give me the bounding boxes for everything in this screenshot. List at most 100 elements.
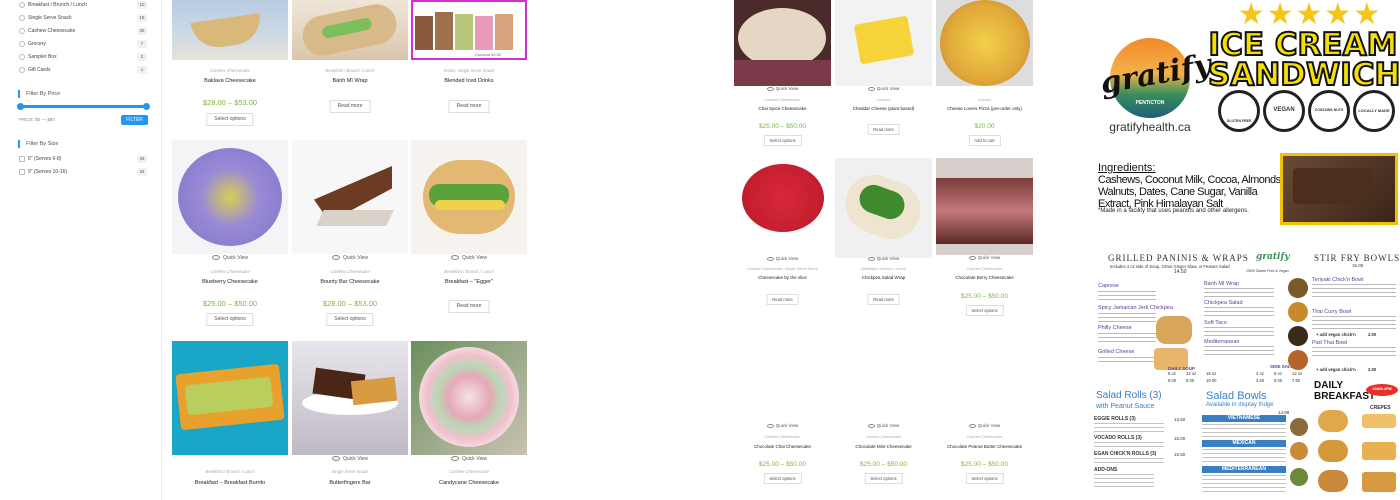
select-options-button[interactable]: Select options xyxy=(206,113,254,126)
read-more-button[interactable]: Read more xyxy=(867,124,900,135)
product-card[interactable]: Quick View Breakfast / Brunch / Lunch Ch… xyxy=(835,158,932,308)
price-slider-min-handle[interactable] xyxy=(17,103,24,110)
product-category[interactable]: Grocery xyxy=(936,97,1033,103)
quick-view-link[interactable]: Quick View xyxy=(936,254,1033,261)
product-card[interactable]: Grocery Cheese Lovers Pizza (pre-order o… xyxy=(936,0,1033,150)
category-filter-item[interactable]: Gift Cards 1 xyxy=(19,65,147,75)
checkbox-icon[interactable] xyxy=(19,169,25,175)
product-image[interactable] xyxy=(936,158,1033,255)
read-more-button[interactable]: Read more xyxy=(448,300,490,313)
category-filter-item[interactable]: Grocery 7 xyxy=(19,39,147,49)
quick-view-link[interactable]: Quick View xyxy=(292,254,408,262)
product-image[interactable] xyxy=(734,158,831,258)
product-name[interactable]: Breakfast – "Egger" xyxy=(411,278,527,286)
product-card[interactable]: Quick View Cashew Cheesecake, Single Ser… xyxy=(734,158,831,308)
product-image[interactable] xyxy=(835,0,932,86)
select-options-button[interactable]: Select options xyxy=(763,473,802,484)
product-image[interactable] xyxy=(172,140,288,254)
product-category[interactable]: Cashew Cheesecake xyxy=(172,68,288,74)
product-category[interactable]: Breakfast / Brunch / Lunch xyxy=(172,469,288,475)
radio-icon[interactable] xyxy=(19,15,25,21)
product-card[interactable]: Coconut 30.50 Drinks, Single Serve Snack… xyxy=(411,0,527,130)
product-card[interactable]: Quick View Cashew Cheesecake Chocolate M… xyxy=(835,420,932,500)
product-name[interactable]: Bánh Mì Wrap xyxy=(292,77,408,85)
product-name[interactable]: Chocolate Chai Cheesecake xyxy=(734,443,831,450)
checkbox-icon[interactable] xyxy=(19,156,25,162)
radio-icon[interactable] xyxy=(19,67,25,73)
select-options-button[interactable]: Select options xyxy=(864,473,903,484)
quick-view-link[interactable]: Quick View xyxy=(172,254,288,262)
product-card[interactable]: Breakfast / Brunch / Lunch Breakfast – B… xyxy=(172,341,288,500)
product-image[interactable] xyxy=(734,0,831,86)
product-category[interactable]: Breakfast / Brunch / Lunch xyxy=(411,269,527,275)
product-category[interactable]: Cashew Cheesecake xyxy=(172,269,288,275)
product-card[interactable]: Quick View Cashew Cheesecake Chocolate C… xyxy=(734,420,831,500)
product-name[interactable]: Cheesecake by the slice xyxy=(734,274,831,281)
select-options-button[interactable]: Select options xyxy=(965,473,1004,484)
product-category[interactable]: Cashew Cheesecake xyxy=(734,434,831,440)
product-image[interactable] xyxy=(292,0,408,60)
product-image[interactable] xyxy=(936,0,1033,86)
radio-icon[interactable] xyxy=(19,2,25,8)
product-card[interactable]: Quick View Cashew Cheesecake Chocolate B… xyxy=(936,158,1033,318)
quick-view-link[interactable]: Quick View xyxy=(734,422,831,429)
read-more-button[interactable]: Read more xyxy=(867,294,900,305)
product-name[interactable]: Chocolate Mint Cheesecake xyxy=(835,443,932,450)
radio-icon[interactable] xyxy=(19,54,25,60)
product-card[interactable]: Quick View Grocery Cheddar Cheese (plant… xyxy=(835,0,932,150)
product-image[interactable] xyxy=(172,0,288,60)
product-name[interactable]: Candycane Cheesecake xyxy=(411,479,527,487)
product-card[interactable]: Quick View Cashew Cheesecake Chai Spice … xyxy=(734,0,831,150)
product-name[interactable]: Cheddar Cheese (plant based) xyxy=(835,105,932,112)
select-options-button[interactable]: Select options xyxy=(206,313,254,326)
category-filter-item[interactable]: Single Serve Snack 15 xyxy=(19,13,147,23)
size-filter-item[interactable]: 6" (Serves 6-8) 34 xyxy=(19,154,147,164)
product-card[interactable]: Quick View Cashew Cheesecake Blueberry C… xyxy=(172,140,288,330)
quick-view-link[interactable]: Quick View xyxy=(835,255,932,262)
select-options-button[interactable]: Select options xyxy=(965,305,1004,316)
product-name[interactable]: Baklava Cheesecake xyxy=(172,77,288,85)
radio-icon[interactable] xyxy=(19,41,25,47)
product-category[interactable]: Cashew Cheesecake xyxy=(936,266,1033,272)
product-category[interactable]: Cashew Cheesecake xyxy=(411,469,527,475)
product-category[interactable]: Grocery xyxy=(835,97,932,103)
product-name[interactable]: Blended Iced Drinks xyxy=(411,77,527,85)
radio-icon[interactable] xyxy=(19,28,25,34)
product-category[interactable]: Cashew Cheesecake, Single Serve Snack xyxy=(734,266,831,272)
quick-view-link[interactable]: Quick View xyxy=(835,85,932,92)
read-more-button[interactable]: Read more xyxy=(766,294,799,305)
product-card[interactable]: Quick View Cashew Cheesecake Chocolate P… xyxy=(936,420,1033,500)
product-category[interactable]: Cashew Cheesecake xyxy=(936,434,1033,440)
product-name[interactable]: Breakfast – Breakfast Burrito xyxy=(172,479,288,487)
product-category[interactable]: Single Serve Snack xyxy=(292,469,408,475)
add-to-cart-button[interactable]: Add to cart xyxy=(968,135,1001,146)
price-slider[interactable] xyxy=(17,103,150,110)
product-image[interactable] xyxy=(292,140,408,254)
quick-view-link[interactable]: Quick View xyxy=(936,422,1033,429)
product-image[interactable] xyxy=(172,341,288,455)
category-filter-item[interactable]: Sampler Box 2 xyxy=(19,52,147,62)
product-card[interactable]: Breakfast / Brunch / Lunch Bánh Mì Wrap … xyxy=(292,0,408,130)
read-more-button[interactable]: Read more xyxy=(448,100,490,113)
quick-view-link[interactable]: Quick View xyxy=(734,255,831,262)
category-filter-item[interactable]: Breakfast / Brunch / Lunch 10 xyxy=(19,0,147,10)
product-category[interactable]: Breakfast / Brunch / Lunch xyxy=(835,266,932,272)
product-image[interactable]: Coconut 30.50 xyxy=(411,0,527,60)
product-image[interactable] xyxy=(411,341,527,455)
product-name[interactable]: Blueberry Cheesecake xyxy=(172,278,288,286)
filter-button[interactable]: FILTER xyxy=(121,115,148,125)
quick-view-link[interactable]: Quick View xyxy=(292,455,408,463)
quick-view-link[interactable]: Quick View xyxy=(411,455,527,463)
product-name[interactable]: Chocolate Peanut Butter Cheesecake xyxy=(936,443,1033,450)
product-card[interactable]: Quick View Cashew Cheesecake Candycane C… xyxy=(411,341,527,500)
read-more-button[interactable]: Read more xyxy=(329,100,371,113)
product-category[interactable]: Breakfast / Brunch / Lunch xyxy=(292,68,408,74)
product-image[interactable] xyxy=(292,341,408,455)
product-name[interactable]: Chickpea Salad Wrap xyxy=(835,274,932,281)
product-name[interactable]: Butterfingers Bar xyxy=(292,479,408,487)
product-image[interactable] xyxy=(411,140,527,254)
product-name[interactable]: Bounty Bar Cheesecake xyxy=(292,278,408,286)
quick-view-link[interactable]: Quick View xyxy=(411,254,527,262)
quick-view-link[interactable]: Quick View xyxy=(835,422,932,429)
product-category[interactable]: Cashew Cheesecake xyxy=(835,434,932,440)
